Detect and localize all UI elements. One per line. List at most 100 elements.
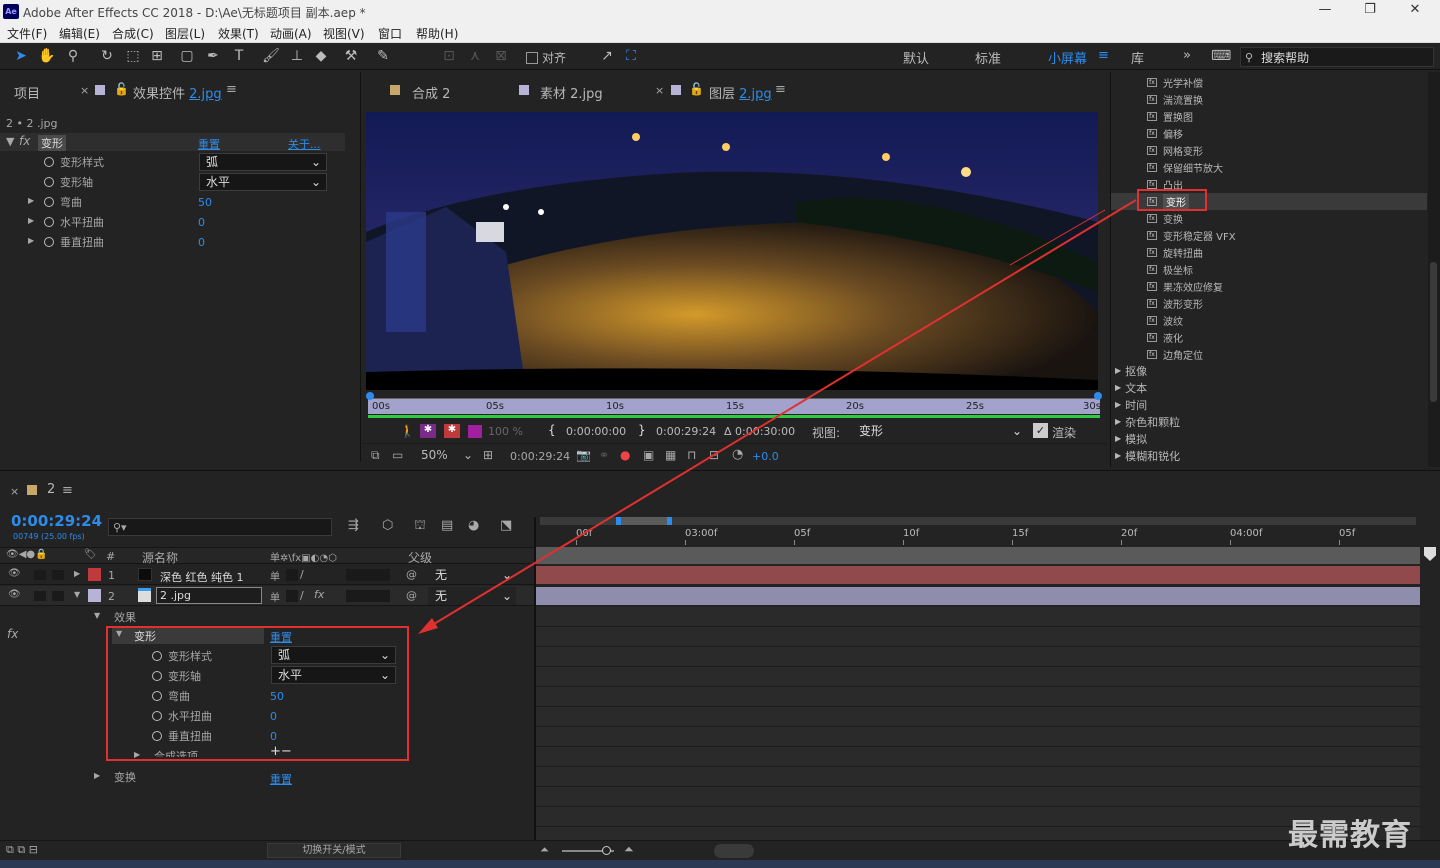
- exposure-icon[interactable]: ◔: [732, 447, 743, 462]
- menu-layer[interactable]: 图层(L): [165, 25, 205, 42]
- snap-grid-icon[interactable]: ⛶: [622, 47, 640, 65]
- menu-effect[interactable]: 效果(T): [218, 25, 259, 42]
- effect-category[interactable]: ▶ 文本: [1115, 379, 1147, 396]
- clone-stamp-icon[interactable]: ⊥: [288, 47, 306, 65]
- out-point-handle[interactable]: [1094, 392, 1102, 400]
- safe-margins-icon[interactable]: ⊞: [483, 448, 493, 462]
- av-features-icon[interactable]: 👁◀●🔒: [6, 549, 48, 560]
- frame-blending-icon[interactable]: ▤: [441, 518, 453, 533]
- effect-item[interactable]: fx 变形稳定器 VFX: [1111, 227, 1427, 244]
- chevron-down-icon[interactable]: ▼: [94, 611, 100, 620]
- layer-name[interactable]: 深色 红色 纯色 1: [160, 569, 244, 585]
- menu-window[interactable]: 窗口: [378, 25, 402, 42]
- tab-project[interactable]: 项目: [14, 83, 40, 102]
- in-timecode[interactable]: 0:00:00:00: [566, 425, 626, 438]
- camera-tool-icon[interactable]: ⬚: [124, 47, 142, 65]
- menu-composition[interactable]: 合成(C): [112, 25, 154, 42]
- transform-reset-link[interactable]: 重置: [270, 771, 292, 787]
- current-time-indicator[interactable]: [1424, 547, 1436, 561]
- effect-name[interactable]: 变形: [38, 135, 66, 151]
- timeline-timecode[interactable]: 0:00:29:24: [11, 512, 102, 530]
- effect-item[interactable]: fx 置换图: [1111, 108, 1427, 125]
- about-link[interactable]: 关于...: [288, 136, 321, 152]
- shy-layers-icon[interactable]: ⛫: [414, 518, 426, 535]
- workspace-library[interactable]: 库: [1131, 48, 1144, 67]
- chevron-right-icon[interactable]: ▶: [94, 771, 100, 780]
- zoom-slider[interactable]: [562, 846, 614, 855]
- menu-animation[interactable]: 动画(A): [270, 25, 312, 42]
- timeline-search[interactable]: ⚲▾: [108, 518, 332, 536]
- stopwatch-icon[interactable]: [44, 177, 54, 187]
- menu-help[interactable]: 帮助(H): [416, 25, 458, 42]
- menu-edit[interactable]: 编辑(E): [59, 25, 100, 42]
- source-name-column[interactable]: 源名称: [142, 549, 178, 566]
- roto-brush-icon[interactable]: ⚒: [342, 47, 360, 65]
- horizontal-distortion-value[interactable]: 0: [198, 216, 205, 229]
- selection-tool-icon[interactable]: ➤: [12, 47, 30, 65]
- layer-flowchart-icon[interactable]: ⊟: [709, 448, 719, 462]
- effect-item[interactable]: fx 波形变形: [1111, 295, 1427, 312]
- parent-dropdown[interactable]: 无 ⌄: [428, 587, 516, 605]
- layer-label-color[interactable]: [88, 589, 101, 602]
- lock-icon[interactable]: 🔓: [114, 82, 129, 96]
- always-preview-icon[interactable]: ⧉: [371, 448, 380, 463]
- tab-layer[interactable]: 图层 2.jpg: [709, 83, 772, 102]
- vertical-distortion-value[interactable]: 0: [198, 236, 205, 249]
- show-snapshot-icon[interactable]: ⚭: [599, 448, 609, 462]
- layer-name[interactable]: 2 .jpg: [156, 587, 262, 604]
- effect-item[interactable]: fx 旋转扭曲: [1111, 244, 1427, 261]
- onion-skin-icon[interactable]: ✱: [420, 424, 436, 438]
- shy-switch[interactable]: 单: [270, 589, 280, 604]
- scrollbar[interactable]: [1428, 72, 1440, 467]
- bend-value[interactable]: 50: [198, 196, 212, 209]
- walk-icon[interactable]: 🚶: [400, 424, 415, 438]
- effects-group-label[interactable]: 效果: [114, 609, 136, 625]
- maximize-icon[interactable]: ❐: [1350, 2, 1390, 20]
- workspace-menu-icon[interactable]: ≡: [1098, 48, 1109, 63]
- menu-file[interactable]: 文件(F): [7, 25, 47, 42]
- stopwatch-icon[interactable]: [44, 197, 54, 207]
- view-dropdown[interactable]: 变形 ⌄: [852, 422, 1027, 440]
- chevron-right-icon[interactable]: ▶: [28, 216, 34, 225]
- snapshot-icon[interactable]: 📷: [576, 448, 591, 462]
- workspace-small-screen[interactable]: 小屏幕: [1048, 48, 1087, 67]
- layer-switches-icon[interactable]: ⧉ ⧉ ⊟: [6, 843, 38, 857]
- layer-bar-1[interactable]: [536, 566, 1420, 584]
- effect-category[interactable]: ▶ 模拟: [1115, 430, 1147, 447]
- panel-menu-icon[interactable]: ≡: [62, 483, 73, 498]
- opacity-percent[interactable]: 100 %: [488, 425, 523, 438]
- motion-blur-icon[interactable]: ◕: [468, 518, 479, 533]
- switches-icons[interactable]: 单✲\fx▣◐◔⬡: [270, 549, 337, 564]
- chevron-right-icon[interactable]: ▶: [74, 569, 80, 578]
- draft-3d-icon[interactable]: ⬡: [382, 518, 393, 533]
- pickwhip-icon[interactable]: @: [406, 589, 417, 602]
- color-swatch-icon[interactable]: [468, 425, 482, 438]
- warp-axis-dropdown[interactable]: 水平 ⌄: [199, 173, 327, 191]
- snap-checkbox[interactable]: 对齐: [526, 49, 566, 66]
- tab-footage[interactable]: 素材 2.jpg: [540, 83, 603, 102]
- effect-item[interactable]: fx 偏移: [1111, 125, 1427, 142]
- graph-editor-icon[interactable]: ⬔: [500, 518, 512, 533]
- effect-item[interactable]: fx 湍流置换: [1111, 91, 1427, 108]
- visibility-icon[interactable]: 👁: [8, 568, 21, 579]
- menu-view[interactable]: 视图(V): [323, 25, 365, 42]
- rotate-tool-icon[interactable]: ↻: [98, 47, 116, 65]
- close-icon[interactable]: ×: [655, 84, 664, 97]
- viewer-time-ruler[interactable]: 00s 05s 10s 15s 20s 25s 30s: [368, 398, 1101, 414]
- brush-tool-icon[interactable]: 🖌: [262, 47, 280, 65]
- monitor-icon[interactable]: ▭: [392, 448, 403, 462]
- effect-item[interactable]: fx 极坐标: [1111, 261, 1427, 278]
- chevron-down-icon[interactable]: ▼: [74, 590, 80, 599]
- tab-composition[interactable]: 合成 2: [412, 83, 450, 102]
- pan-behind-tool-icon[interactable]: ⊞: [148, 47, 166, 65]
- quality-switch[interactable]: /: [300, 568, 304, 581]
- out-point-icon[interactable]: }: [638, 423, 646, 437]
- close-icon[interactable]: ✕: [1395, 2, 1435, 20]
- workspace-default[interactable]: 默认: [903, 48, 929, 67]
- rectangle-tool-icon[interactable]: ▢: [178, 47, 196, 65]
- comp-flowchart-icon[interactable]: ⊓: [687, 448, 696, 462]
- label-icon[interactable]: 🏷: [84, 549, 97, 560]
- eraser-tool-icon[interactable]: ◆: [312, 47, 330, 65]
- out-timecode[interactable]: 0:00:29:24: [656, 425, 716, 438]
- current-timecode[interactable]: 0:00:29:24: [510, 450, 570, 463]
